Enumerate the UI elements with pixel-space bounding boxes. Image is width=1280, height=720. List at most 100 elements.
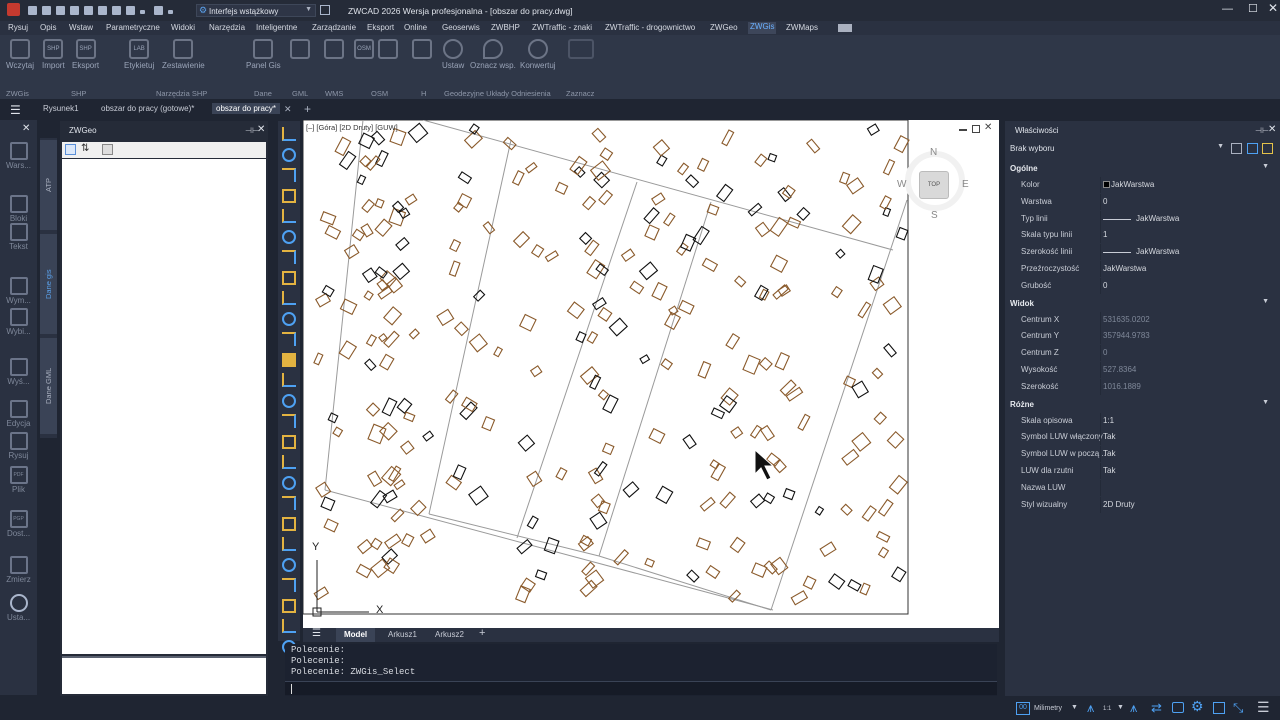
left-tool-3[interactable]: Wym... [0, 277, 37, 305]
tab-rysunek1[interactable]: Rysunek1 [43, 104, 79, 113]
new-file-icon[interactable] [28, 6, 37, 15]
wipeout-tool-icon[interactable] [282, 434, 296, 449]
tab-obszar-gotowe[interactable]: obszar do pracy (gotowe)* [101, 104, 194, 113]
pin-icon[interactable]: ⊣⊢ [1255, 126, 1269, 135]
tab-arkusz1[interactable]: Arkusz1 [388, 630, 417, 639]
annotation-scale-label[interactable]: 1:1 [1103, 706, 1111, 712]
viewport-close-icon[interactable]: ✕ [984, 122, 992, 133]
viewcube-top[interactable]: TOP [919, 171, 949, 199]
menu-zwgis[interactable]: ZWGis [748, 22, 777, 34]
section-collapse-icon[interactable]: ▼ [1262, 163, 1269, 170]
left-tool-1[interactable]: Bloki [0, 195, 37, 223]
sort-icon[interactable]: ⇅ [81, 143, 89, 154]
ribbon-button-eksport[interactable]: SHP Eksport [72, 39, 99, 70]
menu-zwmaps[interactable]: ZWMaps [786, 23, 818, 32]
mtext-tool-icon[interactable] [282, 619, 296, 633]
viewport-maximize-icon[interactable] [972, 125, 980, 133]
customization-icon[interactable]: ☰ [1257, 699, 1270, 716]
quick-select-icon[interactable] [1262, 143, 1273, 154]
categorized-icon[interactable] [65, 144, 76, 155]
maximize-button[interactable]: ☐ [1248, 2, 1258, 15]
ribbon-button-import[interactable]: SHP Import [42, 39, 65, 70]
add-layout-button[interactable]: + [479, 627, 485, 639]
spline-tool-icon[interactable] [282, 229, 296, 244]
revcloud-tool-icon[interactable] [282, 455, 296, 469]
property-value[interactable]: Tak [1103, 466, 1115, 475]
ribbon-button-gml[interactable] [290, 39, 310, 61]
ribbon-button-osm[interactable]: OSM [354, 39, 374, 61]
tab-model[interactable]: Model [336, 628, 376, 642]
menu-wstaw[interactable]: Wstaw [69, 23, 93, 32]
menu-parametryczne[interactable]: Parametryczne [106, 23, 160, 32]
menu-narz-dzia[interactable]: Narzędzia [209, 23, 245, 32]
property-row[interactable]: Centrum X 531635.0202 [1010, 311, 1272, 328]
multiline-tool-icon[interactable] [282, 393, 296, 408]
property-value[interactable]: JakWarstwa [1136, 214, 1179, 223]
polygon-tool-icon[interactable] [282, 270, 296, 285]
compass-n[interactable]: N [930, 147, 937, 158]
property-value[interactable]: Tak [1103, 449, 1115, 458]
rectangle-tool-icon[interactable] [282, 188, 296, 203]
workspace-select[interactable]: ⚙ Interfejs wstążkowy ▼ [196, 4, 316, 17]
text-tool-icon[interactable] [282, 516, 296, 531]
menu-zwtraffic-drogownictwo[interactable]: ZWTraffic - drogownictwo [605, 23, 695, 32]
menu-rysuj[interactable]: Rysuj [8, 23, 28, 32]
menu-geoserwis[interactable]: Geoserwis [442, 23, 480, 32]
property-value[interactable]: 357944.9783 [1103, 331, 1150, 340]
menu-online[interactable]: Online [404, 23, 427, 32]
annotation-visibility-icon[interactable]: ⩚ [1130, 700, 1137, 716]
property-row[interactable]: Styl wizualny 2D Druty [1010, 496, 1272, 513]
circle-2-tool-icon[interactable] [282, 250, 296, 264]
close-tab-icon[interactable]: ✕ [284, 104, 292, 115]
undo-chevron-icon[interactable] [140, 10, 145, 14]
left-tool-11[interactable]: Usta... [0, 594, 37, 622]
dimension-tool-icon[interactable] [282, 332, 296, 346]
print-icon[interactable] [84, 6, 93, 15]
circle-tool-icon[interactable] [282, 209, 296, 223]
vtab-dane-gis[interactable]: Dane gis [40, 234, 57, 334]
plot-icon[interactable] [98, 6, 107, 15]
left-tool-0[interactable]: Wars... [0, 142, 37, 170]
hardware-acceleration-icon[interactable] [1172, 702, 1184, 713]
ribbon-button-wczytaj[interactable]: Wczytaj [6, 39, 34, 70]
helix-tool-icon[interactable] [282, 598, 296, 613]
map-drawing[interactable] [303, 120, 999, 628]
property-value[interactable]: 0 [1103, 348, 1107, 357]
property-row[interactable]: Grubość 0 [1010, 277, 1272, 294]
property-value[interactable]: 2D Druty [1103, 500, 1135, 509]
menu-zwtraffic-znaki[interactable]: ZWTraffic - znaki [532, 23, 592, 32]
vtab-dane-gml[interactable]: Dane GML [40, 338, 57, 434]
annotation-scale-icon[interactable]: ⩚ [1087, 700, 1094, 716]
save-as-icon[interactable] [70, 6, 79, 15]
section-widok[interactable]: Widok ▼ [1010, 296, 1272, 310]
redo-icon[interactable] [154, 6, 163, 15]
compass-w[interactable]: W [897, 179, 906, 190]
close-palette-icon[interactable]: ✕ [22, 123, 30, 134]
table-tool-icon[interactable] [282, 352, 296, 367]
insert-tool-icon[interactable] [282, 537, 296, 551]
property-value[interactable]: JakWarstwa [1111, 180, 1154, 189]
close-panel-icon[interactable]: ✕ [257, 124, 265, 135]
polyline-tool-icon[interactable] [282, 147, 296, 162]
menu-zarz-dzanie[interactable]: Zarządzanie [312, 23, 356, 32]
left-tool-8[interactable]: PDF Plik [0, 466, 37, 494]
property-value[interactable]: 1016.1889 [1103, 382, 1141, 391]
open-file-icon[interactable] [42, 6, 51, 15]
tab-arkusz2[interactable]: Arkusz2 [435, 630, 464, 639]
line-tool-icon[interactable] [282, 127, 296, 141]
left-tool-2[interactable]: Tekst [0, 223, 37, 251]
menu-overflow-icon[interactable] [838, 24, 852, 32]
property-value[interactable]: 0 [1103, 281, 1107, 290]
compass-s[interactable]: S [931, 210, 938, 221]
left-tool-6[interactable]: Edycja [0, 400, 37, 428]
point-tool-icon[interactable] [282, 311, 296, 326]
ribbon-button-panel-gis[interactable]: Panel Gis [246, 39, 281, 70]
hatch-tool-icon[interactable] [282, 373, 296, 387]
hamburger-menu-icon[interactable]: ☰ [10, 103, 21, 117]
property-row[interactable]: Szerokość 1016.1889 [1010, 378, 1272, 395]
property-row[interactable]: Symbol LUW włączony Tak [1010, 429, 1272, 446]
left-tool-4[interactable]: Wybi... [0, 308, 37, 336]
toggle-pickadd-icon[interactable] [1231, 143, 1242, 154]
section-collapse-icon[interactable]: ▼ [1262, 399, 1269, 406]
scale-chevron-icon[interactable]: ▼ [1117, 704, 1124, 711]
